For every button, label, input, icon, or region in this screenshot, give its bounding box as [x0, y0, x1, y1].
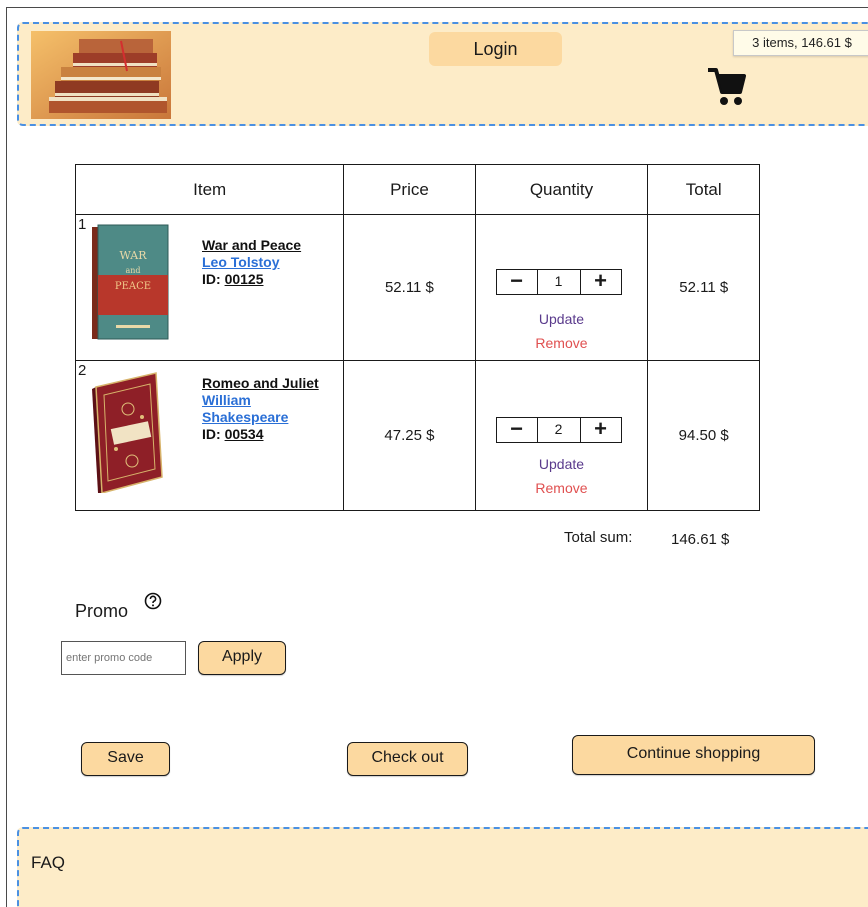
column-header-item: Item: [74, 164, 345, 215]
cart-icon[interactable]: [704, 64, 748, 108]
price-cell: 47.25 $: [343, 360, 476, 511]
table-row: 2 Romeo and Juliet William Shakespeare I…: [74, 360, 760, 511]
book-id-label: ID:: [202, 426, 221, 442]
cart-summary-tooltip: 3 items, 146.61 $: [733, 30, 868, 56]
book-author-link[interactable]: Leo Tolstoy: [202, 254, 342, 271]
book-author-link[interactable]: Shakespeare: [202, 409, 342, 426]
book-author-link[interactable]: William: [202, 392, 342, 409]
decrement-button[interactable]: −: [497, 418, 537, 442]
table-row: 1 WAR and PEACE War and Peace Leo Tolsto…: [74, 214, 760, 361]
total-cell: 52.11 $: [647, 214, 760, 361]
quantity-cell: − 1 + Update Remove: [474, 214, 649, 361]
quantity-cell: − 2 + Update Remove: [474, 360, 649, 511]
book-id-label: ID:: [202, 271, 221, 287]
column-header-quantity: Quantity: [474, 164, 649, 215]
book-cover-romeo-and-juliet[interactable]: [86, 369, 172, 493]
item-cell: 1 WAR and PEACE War and Peace Leo Tolsto…: [74, 214, 345, 361]
remove-link[interactable]: Remove: [476, 335, 648, 351]
total-sum-label: Total sum:: [564, 529, 633, 546]
total-sum-value: 146.61 $: [671, 531, 730, 548]
quantity-stepper: − 2 +: [495, 417, 622, 443]
header: Login 3 items, 146.61 $: [17, 22, 868, 126]
promo-code-input[interactable]: [61, 641, 186, 675]
promo-label: Promo: [75, 601, 129, 621]
book-id: ID: 00534: [202, 426, 342, 443]
book-info: Romeo and Juliet William Shakespeare ID:…: [202, 375, 342, 443]
faq-section: FAQ: [17, 827, 868, 907]
decrement-button[interactable]: −: [497, 270, 537, 294]
column-header-price: Price: [343, 164, 476, 215]
quantity-input[interactable]: 2: [536, 418, 581, 442]
book-title-link[interactable]: War and Peace: [202, 237, 342, 254]
svg-text:and: and: [125, 266, 140, 275]
login-button[interactable]: Login: [429, 32, 562, 66]
book-id-link[interactable]: 00125: [225, 271, 264, 287]
help-icon[interactable]: [144, 592, 162, 610]
checkout-button[interactable]: Check out: [347, 742, 468, 776]
svg-text:PEACE: PEACE: [115, 281, 151, 292]
update-link[interactable]: Update: [476, 311, 648, 327]
price-cell: 52.11 $: [343, 214, 476, 361]
continue-shopping-button[interactable]: Continue shopping: [572, 735, 815, 775]
total-cell: 94.50 $: [647, 360, 760, 511]
table-header-row: Item Price Quantity Total: [74, 164, 760, 215]
books-logo: [31, 31, 171, 119]
faq-link[interactable]: FAQ: [31, 853, 65, 873]
book-title-link[interactable]: Romeo and Juliet: [202, 375, 342, 392]
save-button[interactable]: Save: [81, 742, 170, 776]
svg-text:WAR: WAR: [120, 249, 148, 262]
increment-button[interactable]: +: [581, 270, 621, 294]
column-header-total: Total: [647, 164, 760, 215]
item-cell: 2 Romeo and Juliet William Shakespeare I…: [74, 360, 345, 511]
update-link[interactable]: Update: [476, 456, 648, 472]
apply-promo-button[interactable]: Apply: [198, 641, 286, 675]
book-id: ID: 00125: [202, 271, 342, 288]
book-id-link[interactable]: 00534: [225, 426, 264, 442]
book-cover-war-and-peace[interactable]: WAR and PEACE: [86, 223, 172, 343]
cart-table: Item Price Quantity Total 1 WAR and PEAC…: [74, 164, 760, 511]
remove-link[interactable]: Remove: [476, 480, 648, 496]
quantity-input[interactable]: 1: [536, 270, 581, 294]
quantity-stepper: − 1 +: [495, 269, 622, 295]
book-info: War and Peace Leo Tolstoy ID: 00125: [202, 237, 342, 288]
increment-button[interactable]: +: [581, 418, 621, 442]
